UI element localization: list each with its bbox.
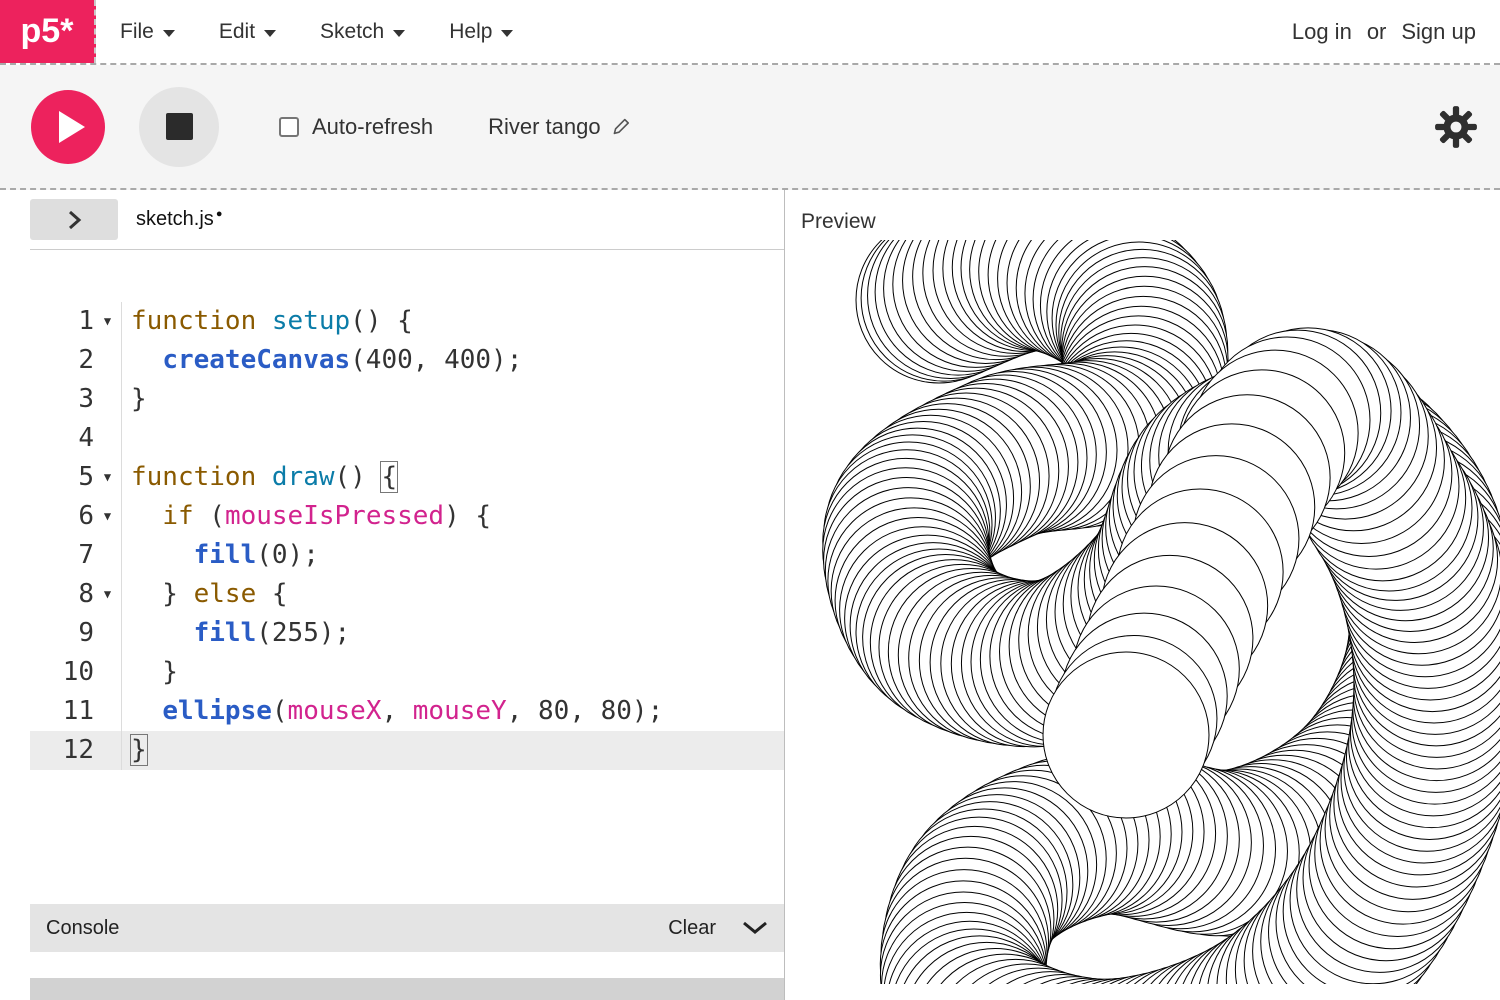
fold-arrow-icon[interactable]: ▼ bbox=[94, 575, 122, 614]
menu-help[interactable]: Help bbox=[449, 20, 513, 44]
unsaved-dot-icon: ● bbox=[216, 208, 223, 220]
sidebar-expand-button[interactable] bbox=[30, 199, 118, 240]
gutter-spacer bbox=[94, 380, 122, 419]
line-number: 7 bbox=[30, 536, 94, 575]
gutter-spacer bbox=[94, 692, 122, 731]
auth-links: Log in or Sign up bbox=[1292, 19, 1476, 45]
code-line-5[interactable]: 5▼function draw() { bbox=[30, 458, 784, 497]
gutter-spacer bbox=[94, 419, 122, 458]
line-number: 8 bbox=[30, 575, 94, 614]
auto-refresh-checkbox[interactable] bbox=[279, 117, 299, 137]
preview-panel: Preview bbox=[785, 190, 1500, 1000]
line-number: 11 bbox=[30, 692, 94, 731]
play-button[interactable] bbox=[31, 90, 105, 164]
menu-edit[interactable]: Edit bbox=[219, 20, 276, 44]
auto-refresh-label: Auto-refresh bbox=[312, 114, 433, 140]
auth-or-text: or bbox=[1367, 19, 1387, 45]
chevron-down-icon bbox=[264, 30, 276, 37]
code-text: createCanvas(400, 400); bbox=[122, 341, 522, 380]
gutter-spacer bbox=[94, 341, 122, 380]
chevron-down-icon bbox=[163, 30, 175, 37]
code-text: } else { bbox=[122, 575, 288, 614]
top-nav-bar: p5* File Edit Sketch Help Log in or Sign… bbox=[0, 0, 1500, 65]
console-body bbox=[30, 952, 784, 978]
line-number: 9 bbox=[30, 614, 94, 653]
signup-link[interactable]: Sign up bbox=[1401, 19, 1476, 45]
preview-canvas[interactable] bbox=[789, 240, 1500, 984]
menu-file-label: File bbox=[120, 20, 154, 44]
menu-sketch[interactable]: Sketch bbox=[320, 20, 405, 44]
code-text bbox=[122, 419, 131, 458]
fold-arrow-icon[interactable]: ▼ bbox=[94, 497, 122, 536]
code-text: fill(255); bbox=[122, 614, 350, 653]
code-line-7[interactable]: 7 fill(0); bbox=[30, 536, 784, 575]
toolbar: Auto-refresh River tango bbox=[0, 65, 1500, 190]
editor-panel: sketch.js● 1▼function setup() {2 createC… bbox=[0, 190, 785, 1000]
tab-sketch-js[interactable]: sketch.js● bbox=[136, 208, 222, 231]
gutter-spacer bbox=[94, 653, 122, 692]
menu-edit-label: Edit bbox=[219, 20, 255, 44]
edit-pencil-icon[interactable] bbox=[612, 117, 632, 137]
code-text: } bbox=[122, 380, 147, 419]
gutter-spacer bbox=[94, 731, 122, 770]
console-resize-strip[interactable] bbox=[30, 978, 784, 1000]
line-number: 6 bbox=[30, 497, 94, 536]
console-clear-button[interactable]: Clear bbox=[668, 917, 716, 940]
code-line-2[interactable]: 2 createCanvas(400, 400); bbox=[30, 341, 784, 380]
code-line-4[interactable]: 4 bbox=[30, 419, 784, 458]
code-text: fill(0); bbox=[122, 536, 319, 575]
project-name-control: River tango bbox=[488, 114, 632, 140]
line-number: 4 bbox=[30, 419, 94, 458]
line-number: 12 bbox=[30, 731, 94, 770]
login-link[interactable]: Log in bbox=[1292, 19, 1352, 45]
chevron-down-icon bbox=[501, 30, 513, 37]
code-text: ellipse(mouseX, mouseY, 80, 80); bbox=[122, 692, 663, 731]
code-text: } bbox=[122, 731, 147, 770]
preview-title: Preview bbox=[801, 210, 1500, 234]
console-title: Console bbox=[46, 917, 119, 940]
settings-gear-icon[interactable] bbox=[1433, 104, 1479, 150]
project-name: River tango bbox=[488, 114, 601, 140]
main-area: sketch.js● 1▼function setup() {2 createC… bbox=[0, 190, 1500, 1000]
stop-button[interactable] bbox=[139, 87, 219, 167]
gutter-spacer bbox=[94, 614, 122, 653]
line-number: 3 bbox=[30, 380, 94, 419]
p5-logo[interactable]: p5* bbox=[0, 0, 96, 63]
play-icon bbox=[59, 111, 85, 143]
line-number: 2 bbox=[30, 341, 94, 380]
code-text: if (mouseIsPressed) { bbox=[122, 497, 491, 536]
console-collapse-chevron-icon[interactable] bbox=[742, 921, 768, 935]
auto-refresh-control: Auto-refresh bbox=[279, 114, 433, 140]
code-line-11[interactable]: 11 ellipse(mouseX, mouseY, 80, 80); bbox=[30, 692, 784, 731]
code-text: } bbox=[122, 653, 178, 692]
code-line-3[interactable]: 3} bbox=[30, 380, 784, 419]
code-editor[interactable]: 1▼function setup() {2 createCanvas(400, … bbox=[30, 250, 784, 904]
file-tab-bar: sketch.js● bbox=[30, 190, 784, 250]
line-number: 1 bbox=[30, 302, 94, 341]
code-text: function setup() { bbox=[122, 302, 413, 341]
chevron-right-icon bbox=[66, 210, 82, 230]
code-line-8[interactable]: 8▼ } else { bbox=[30, 575, 784, 614]
chevron-down-icon bbox=[393, 30, 405, 37]
code-text: function draw() { bbox=[122, 458, 397, 497]
menu-sketch-label: Sketch bbox=[320, 20, 384, 44]
menu-help-label: Help bbox=[449, 20, 492, 44]
tab-filename: sketch.js bbox=[136, 208, 214, 230]
code-line-12[interactable]: 12} bbox=[30, 731, 784, 770]
stop-icon bbox=[166, 113, 193, 140]
console-header: Console Clear bbox=[30, 904, 784, 952]
code-line-1[interactable]: 1▼function setup() { bbox=[30, 302, 784, 341]
fold-arrow-icon[interactable]: ▼ bbox=[94, 302, 122, 341]
code-line-6[interactable]: 6▼ if (mouseIsPressed) { bbox=[30, 497, 784, 536]
line-number: 10 bbox=[30, 653, 94, 692]
menu-file[interactable]: File bbox=[120, 20, 175, 44]
fold-arrow-icon[interactable]: ▼ bbox=[94, 458, 122, 497]
line-number: 5 bbox=[30, 458, 94, 497]
gutter-spacer bbox=[94, 536, 122, 575]
code-line-10[interactable]: 10 } bbox=[30, 653, 784, 692]
code-line-9[interactable]: 9 fill(255); bbox=[30, 614, 784, 653]
